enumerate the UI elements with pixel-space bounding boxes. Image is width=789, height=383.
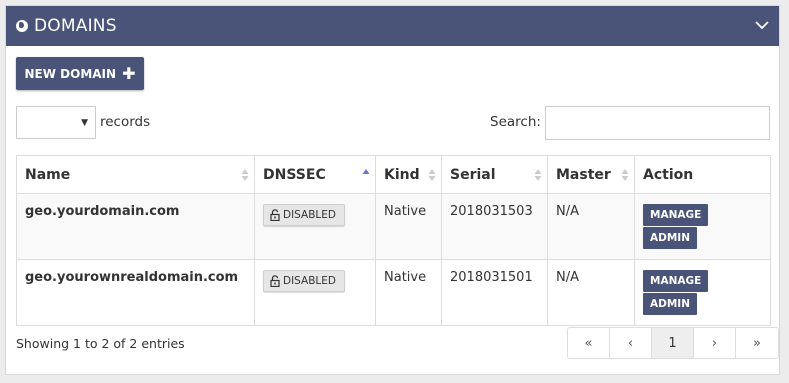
table-header-row: Name DNSSEC Kind Serial Master Action — [16, 155, 771, 194]
manage-button[interactable]: MANAGE — [643, 204, 709, 226]
column-header-dnssec[interactable]: DNSSEC — [254, 155, 376, 194]
sort-icon — [534, 169, 542, 181]
next-page-button[interactable]: › — [694, 328, 736, 358]
domains-panel: DOMAINS NEW DOMAIN ✚ ▼ records Search: N… — [5, 5, 780, 375]
first-page-button[interactable]: « — [568, 328, 610, 358]
master-cell: N/A — [547, 193, 635, 260]
dnssec-toggle-button[interactable]: DISABLED — [263, 270, 345, 292]
column-header-name[interactable]: Name — [16, 155, 255, 194]
manage-button[interactable]: MANAGE — [643, 270, 709, 292]
sort-icon — [428, 169, 436, 181]
domains-table: Name DNSSEC Kind Serial Master Action ge… — [16, 155, 771, 326]
records-per-page-select[interactable]: ▼ — [16, 106, 96, 139]
dnssec-cell: DISABLED — [254, 193, 376, 260]
records-label: records — [100, 114, 151, 130]
search-label: Search: — [490, 114, 541, 130]
table-row: geo.yourdomain.com DISABLED Native 20180… — [16, 193, 771, 260]
column-header-master[interactable]: Master — [547, 155, 635, 194]
chevron-down-icon[interactable] — [755, 18, 769, 32]
unlock-icon — [270, 209, 280, 221]
new-domain-button[interactable]: NEW DOMAIN ✚ — [16, 57, 144, 90]
panel-header: DOMAINS — [6, 6, 779, 46]
dnssec-label: DISABLED — [283, 209, 336, 221]
domain-name-cell: geo.yourdomain.com — [16, 193, 255, 260]
plus-icon: ✚ — [122, 63, 136, 83]
domain-name-cell: geo.yourownrealdomain.com — [16, 259, 255, 326]
table-row: geo.yourownrealdomain.com DISABLED Nativ… — [16, 259, 771, 326]
action-cell: MANAGE ADMIN — [634, 259, 771, 326]
search-input[interactable] — [545, 106, 770, 140]
action-cell: MANAGE ADMIN — [634, 193, 771, 260]
kind-cell: Native — [375, 193, 442, 260]
column-header-serial[interactable]: Serial — [441, 155, 548, 194]
sort-ascending-icon — [362, 169, 370, 174]
admin-button[interactable]: ADMIN — [643, 227, 697, 249]
serial-cell: 2018031501 — [441, 259, 548, 326]
serial-cell: 2018031503 — [441, 193, 548, 260]
globe-icon — [16, 20, 28, 32]
dnssec-toggle-button[interactable]: DISABLED — [263, 204, 345, 226]
new-domain-label: NEW DOMAIN — [24, 66, 117, 81]
caret-down-icon: ▼ — [81, 118, 88, 128]
unlock-icon — [270, 275, 280, 287]
previous-page-button[interactable]: ‹ — [610, 328, 652, 358]
sort-icon — [621, 169, 629, 181]
master-cell: N/A — [547, 259, 635, 326]
dnssec-label: DISABLED — [283, 275, 336, 287]
last-page-button[interactable]: » — [736, 328, 778, 358]
admin-button[interactable]: ADMIN — [643, 293, 697, 315]
sort-icon — [241, 169, 249, 181]
panel-title: DOMAINS — [34, 16, 117, 36]
kind-cell: Native — [375, 259, 442, 326]
pagination: « ‹ 1 › » — [567, 327, 779, 359]
page-1-button[interactable]: 1 — [652, 328, 694, 358]
column-header-action: Action — [634, 155, 771, 194]
column-header-kind[interactable]: Kind — [375, 155, 442, 194]
table-info: Showing 1 to 2 of 2 entries — [16, 336, 185, 351]
dnssec-cell: DISABLED — [254, 259, 376, 326]
